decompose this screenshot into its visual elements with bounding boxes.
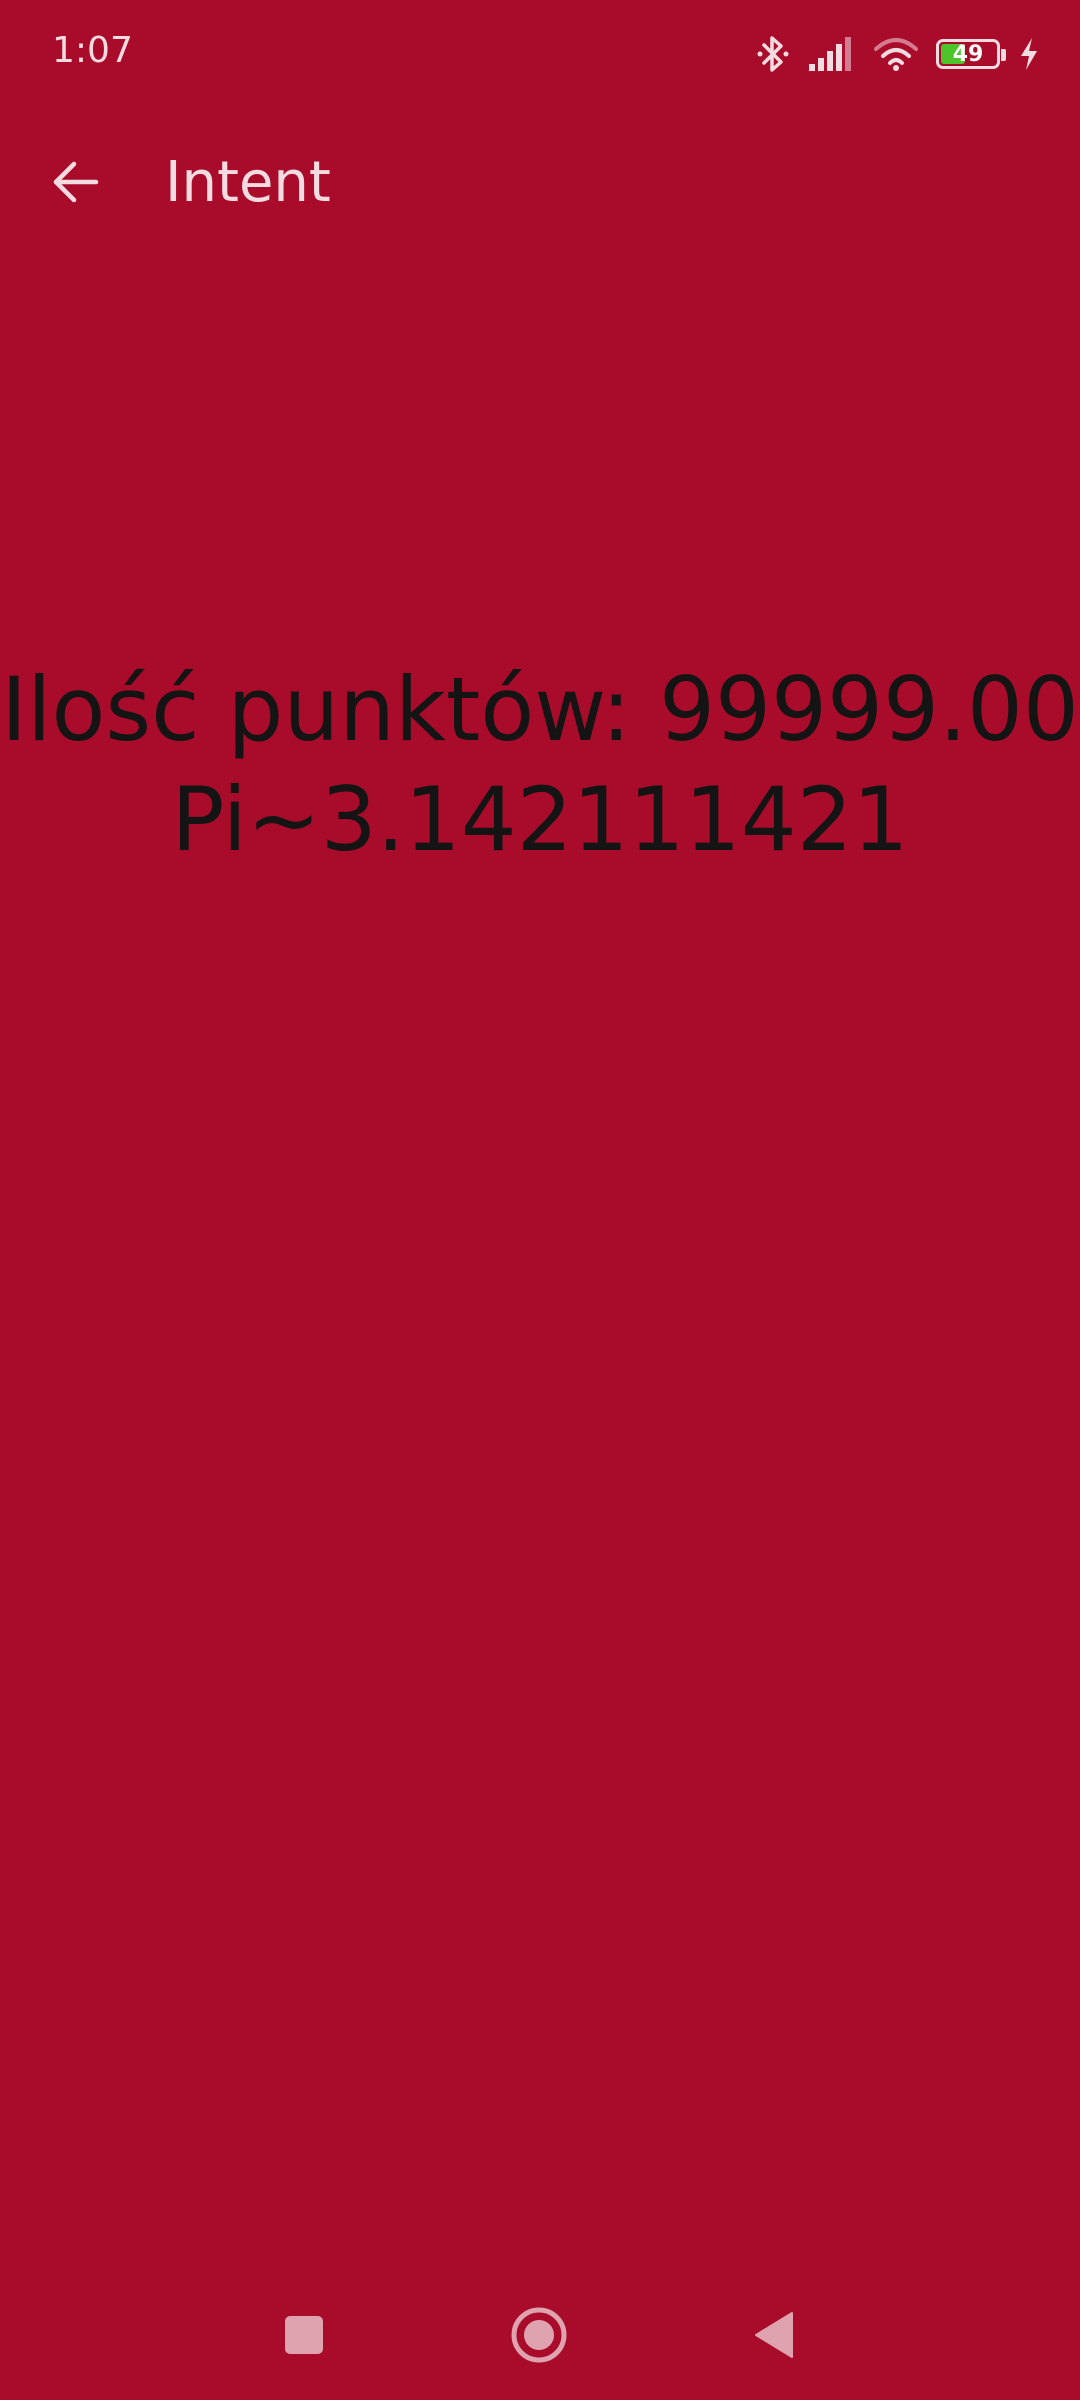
back-button[interactable] xyxy=(36,142,116,222)
pi-estimate-text: Pi~3.142111421 xyxy=(171,768,909,871)
battery-tip xyxy=(1001,49,1006,61)
points-count-text: Ilość punktów: 99999.00 xyxy=(1,658,1079,761)
app-bar: Intent xyxy=(0,110,1080,260)
battery-icon: 49 xyxy=(936,39,1006,69)
navigation-bar xyxy=(0,2270,1080,2400)
recents-button[interactable] xyxy=(259,2290,349,2380)
signal-icon xyxy=(809,37,851,71)
app-title: Intent xyxy=(165,150,331,215)
status-icons: 49 xyxy=(756,30,1040,78)
result-text: Ilość punktów: 99999.00 Pi~3.142111421 xyxy=(0,655,1080,875)
nav-back-button[interactable] xyxy=(729,2290,819,2380)
status-time: 1:07 xyxy=(52,30,133,71)
bluetooth-icon xyxy=(757,36,789,72)
recents-square-icon xyxy=(285,2316,323,2354)
back-triangle-icon xyxy=(755,2312,793,2358)
home-button[interactable] xyxy=(494,2290,584,2380)
wifi-icon xyxy=(874,38,918,71)
arrow-left-icon xyxy=(53,161,99,203)
battery-level: 49 xyxy=(952,42,984,67)
status-bar: 1:07 49 xyxy=(0,0,1080,110)
screen: 1:07 49 Intent Ilość punktów: 99999.00 P… xyxy=(0,0,1080,2400)
home-circle-icon xyxy=(511,2307,567,2363)
charging-icon xyxy=(1021,38,1037,70)
